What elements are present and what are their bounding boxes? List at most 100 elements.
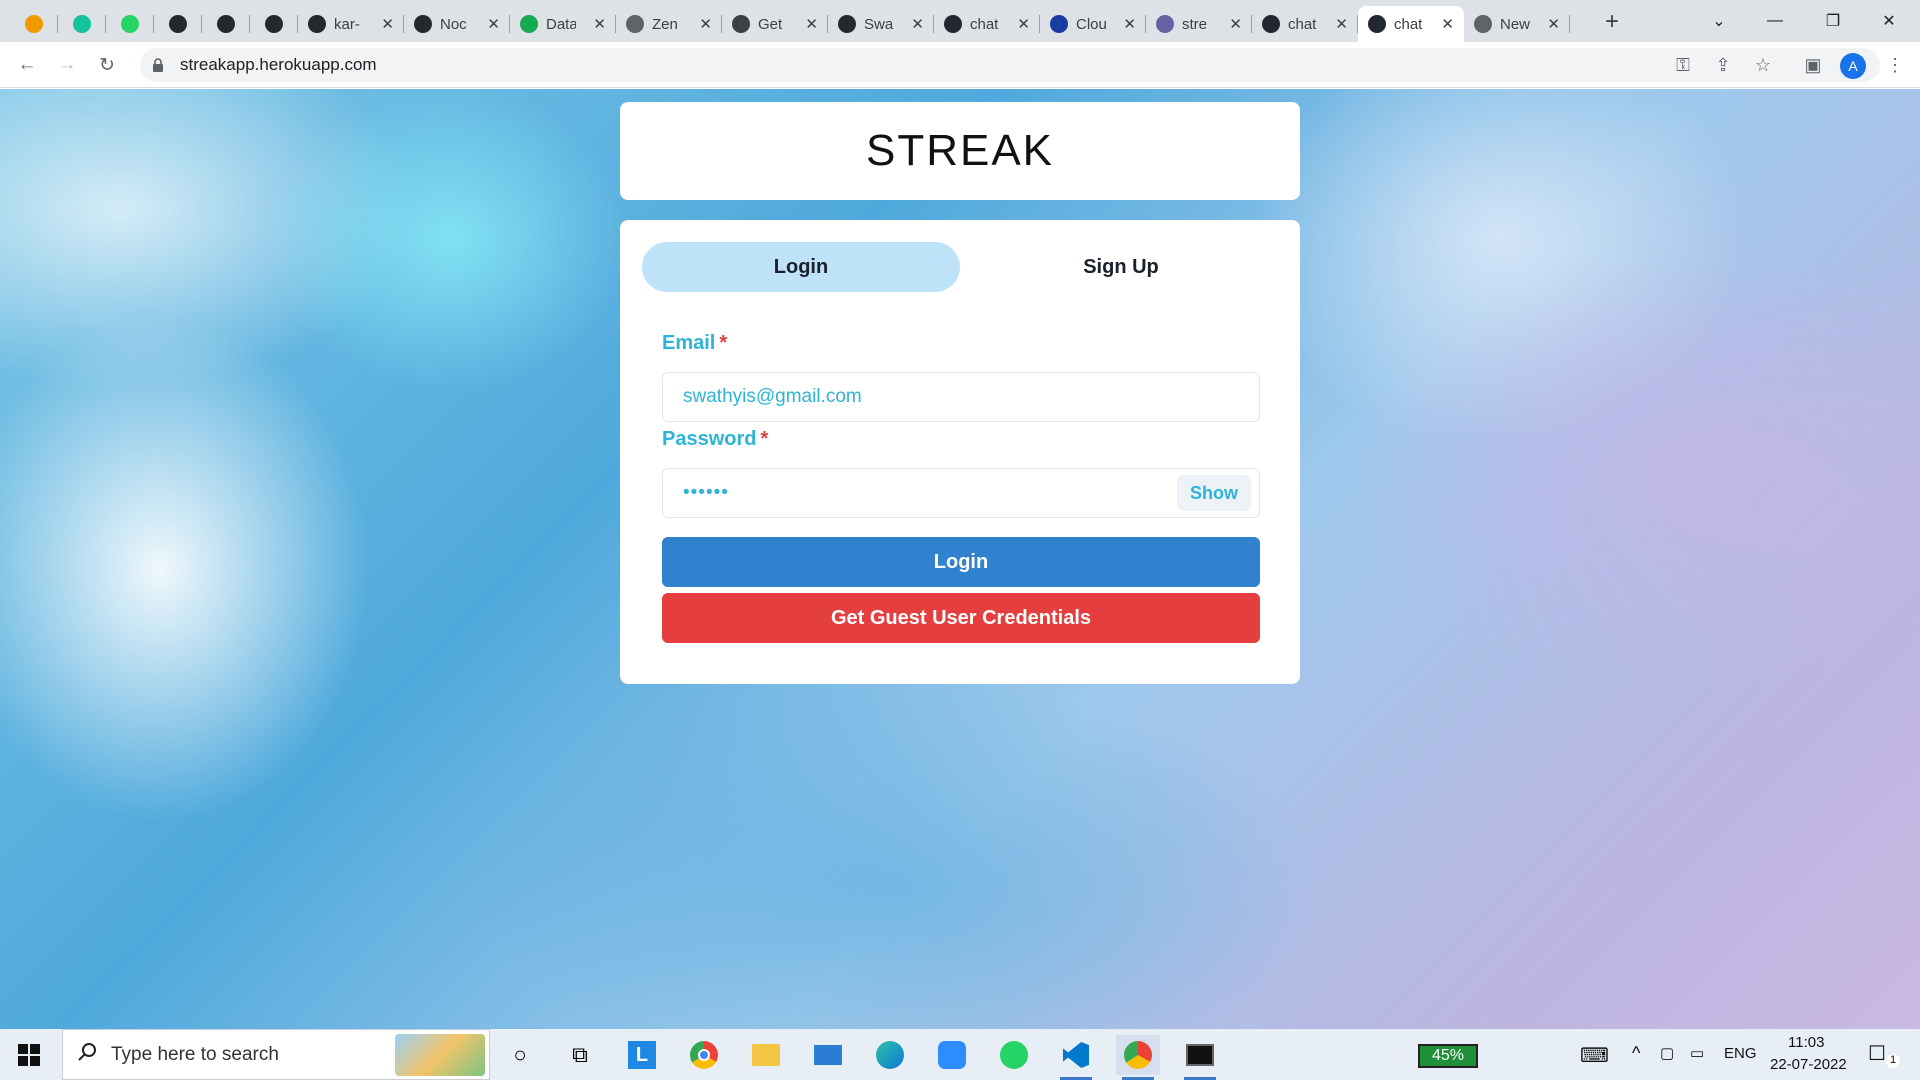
globe-icon	[1474, 15, 1492, 33]
terminal-icon[interactable]	[1178, 1035, 1222, 1080]
browser-tab[interactable]: chat ✕	[934, 6, 1040, 42]
browser-tab[interactable]: stre ✕	[1146, 6, 1252, 42]
tab-close-icon[interactable]: ✕	[1017, 15, 1030, 33]
tab-close-icon[interactable]: ✕	[699, 15, 712, 33]
clock-time[interactable]: 11:03	[1788, 1034, 1824, 1051]
bookmark-star-icon[interactable]: ☆	[1748, 50, 1778, 80]
battery-icon[interactable]: ▭	[1690, 1044, 1704, 1062]
menu-kebab-icon[interactable]: ⋮	[1880, 50, 1910, 80]
tab-close-icon[interactable]: ✕	[593, 15, 606, 33]
heroku-icon	[1156, 15, 1174, 33]
browser-tab[interactable]: New ✕	[1464, 6, 1570, 42]
vscode-icon[interactable]	[1054, 1035, 1098, 1080]
tab-close-icon[interactable]: ✕	[1547, 15, 1560, 33]
search-highlight-image	[395, 1034, 485, 1076]
tab-close-icon[interactable]: ✕	[805, 15, 818, 33]
page-icon	[626, 15, 644, 33]
clock-date[interactable]: 22-07-2022	[1770, 1056, 1847, 1073]
share-icon[interactable]: ⇪	[1708, 50, 1738, 80]
github-icon	[169, 15, 187, 33]
maximize-icon[interactable]: ❐	[1810, 0, 1856, 42]
browser-tab[interactable]: Zen ✕	[616, 6, 722, 42]
browser-tab[interactable]: kar- ✕	[298, 6, 404, 42]
pinned-tab[interactable]	[154, 6, 202, 42]
browser-tab[interactable]: Get ✕	[722, 6, 828, 42]
pinned-tab[interactable]	[202, 6, 250, 42]
browser-tab[interactable]: chat ✕	[1358, 6, 1464, 42]
task-view-icon[interactable]: ⧉	[558, 1035, 602, 1075]
login-button[interactable]: Login	[662, 537, 1260, 587]
password-field[interactable]: •••••• Show	[662, 468, 1260, 518]
edge-icon[interactable]	[868, 1035, 912, 1075]
back-icon[interactable]: ←	[12, 50, 42, 80]
react-icon	[944, 15, 962, 33]
whatsapp-icon	[121, 15, 139, 33]
file-explorer-icon[interactable]	[744, 1035, 788, 1075]
l-app-icon[interactable]: L	[620, 1035, 664, 1075]
tab-close-icon[interactable]: ✕	[1441, 15, 1454, 33]
tab-close-icon[interactable]: ✕	[381, 15, 394, 33]
browser-toolbar: ← → ↻ streakapp.herokuapp.com ⚿ ⇪ ☆ ▣ A …	[0, 42, 1920, 88]
side-panel-icon[interactable]: ▣	[1798, 50, 1828, 80]
notification-icon[interactable]: ☐	[1868, 1041, 1886, 1066]
pinned-tab[interactable]	[250, 6, 298, 42]
email-field[interactable]: swathyis@gmail.com	[662, 372, 1260, 422]
tab-close-icon[interactable]: ✕	[1335, 15, 1348, 33]
pinned-tab[interactable]	[58, 6, 106, 42]
meet-icon[interactable]: ▢	[1660, 1044, 1674, 1062]
close-window-icon[interactable]: ✕	[1866, 0, 1912, 42]
pinned-tab[interactable]	[106, 6, 154, 42]
tab-close-icon[interactable]: ✕	[1229, 15, 1242, 33]
chrome-active-icon[interactable]	[1116, 1035, 1160, 1080]
tab-title: Zen	[652, 15, 678, 33]
tab-title: chat	[1288, 15, 1317, 33]
mail-icon[interactable]	[806, 1035, 850, 1075]
language-indicator[interactable]: ENG	[1724, 1045, 1757, 1062]
forward-icon[interactable]: →	[52, 50, 82, 80]
required-mark: *	[719, 332, 728, 354]
tab-title: Clou	[1076, 15, 1106, 33]
pinned-tab[interactable]	[10, 6, 58, 42]
tab-close-icon[interactable]: ✕	[487, 15, 500, 33]
page-viewport: STREAK Login Sign Up Email * swathyis@gma…	[0, 89, 1920, 1029]
react-icon	[1368, 15, 1386, 33]
tab-title: Noc	[440, 15, 467, 33]
tab-close-icon[interactable]: ✕	[1123, 15, 1136, 33]
zoom-icon[interactable]	[930, 1035, 974, 1075]
tab-search-icon[interactable]: ⌄	[1696, 0, 1742, 42]
search-placeholder: Type here to search	[111, 1043, 279, 1065]
auth-card: Login Sign Up Email * swathyis@gmail.com …	[620, 220, 1300, 684]
guest-credentials-button[interactable]: Get Guest User Credentials	[662, 593, 1260, 643]
profile-avatar[interactable]: A	[1840, 53, 1866, 79]
windows-taskbar: Type here to search ○ ⧉ L 45% ⌨ ^ ▢ ▭ EN…	[0, 1029, 1920, 1080]
reload-icon[interactable]: ↻	[92, 50, 122, 80]
show-password-button[interactable]: Show	[1177, 475, 1251, 511]
github-icon	[217, 15, 235, 33]
battery-meter: 45%	[1418, 1044, 1478, 1068]
chrome-icon[interactable]	[682, 1035, 726, 1075]
tab-signup[interactable]: Sign Up	[962, 242, 1280, 292]
key-icon[interactable]: ⚿	[1668, 50, 1698, 80]
windows-start-icon[interactable]	[0, 1029, 58, 1080]
react-icon	[1262, 15, 1280, 33]
tab-close-icon[interactable]: ✕	[911, 15, 924, 33]
keyboard-icon[interactable]: ⌨	[1580, 1043, 1609, 1068]
browser-tab[interactable]: Noc ✕	[404, 6, 510, 42]
new-tab-button[interactable]: +	[1596, 6, 1628, 38]
tab-title: Get	[758, 15, 783, 33]
browser-tab[interactable]: chat ✕	[1252, 6, 1358, 42]
tray-expand-icon[interactable]: ^	[1632, 1043, 1640, 1064]
cortana-icon[interactable]: ○	[498, 1035, 542, 1075]
required-mark: *	[760, 428, 769, 450]
notification-count: 1	[1886, 1054, 1900, 1068]
minimize-icon[interactable]: —	[1752, 0, 1798, 42]
address-bar[interactable]: streakapp.herokuapp.com	[140, 48, 1880, 82]
tab-title: stre	[1182, 15, 1208, 33]
whatsapp-icon[interactable]	[992, 1035, 1036, 1075]
browser-tab[interactable]: Clou ✕	[1040, 6, 1146, 42]
taskbar-search-box[interactable]: Type here to search	[62, 1029, 490, 1080]
tab-login[interactable]: Login	[642, 242, 960, 292]
browser-tab[interactable]: Swa ✕	[828, 6, 934, 42]
browser-tab[interactable]: Data ✕	[510, 6, 616, 42]
search-icon	[77, 1042, 97, 1067]
